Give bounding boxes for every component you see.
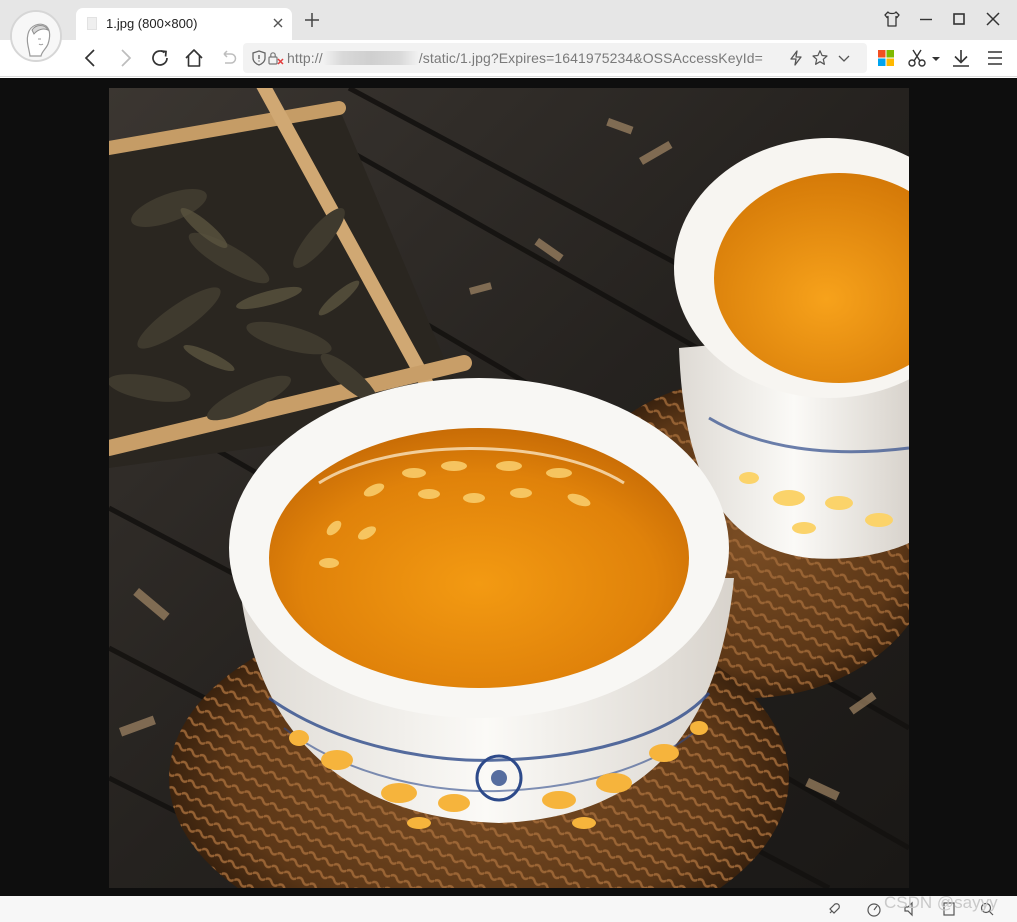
close-icon[interactable] (270, 15, 286, 31)
chevron-down-icon[interactable] (835, 49, 853, 67)
rocket-icon[interactable] (826, 901, 842, 917)
address-bar[interactable]: http:// /static/1.jpg?Expires=1641975234&… (243, 43, 867, 73)
url-prefix: http:// (287, 50, 323, 66)
image-file-icon (87, 17, 97, 30)
home-icon[interactable] (183, 47, 205, 69)
undo-close-tab-icon[interactable] (217, 47, 239, 69)
tab-title: 1.jpg (800×800) (106, 16, 198, 31)
minimize-icon[interactable] (916, 9, 936, 29)
forward-arrow-icon[interactable] (114, 47, 136, 69)
browser-tab[interactable]: 1.jpg (800×800) (76, 8, 292, 40)
scissors-icon[interactable] (906, 47, 928, 69)
back-arrow-icon[interactable] (80, 47, 102, 69)
apps-grid-icon[interactable] (876, 48, 896, 68)
navigation-bar: http:// /static/1.jpg?Expires=1641975234&… (0, 40, 1017, 77)
maximize-icon[interactable] (949, 9, 969, 29)
title-bar: 1.jpg (800×800) (0, 0, 1017, 40)
tea-cups-photo[interactable] (109, 88, 909, 888)
scissors-dropdown-icon[interactable] (931, 54, 941, 64)
url-text[interactable]: http:// /static/1.jpg?Expires=1641975234&… (287, 50, 763, 66)
status-bar (0, 896, 1017, 922)
watermark-text: CSDN @sayyy (884, 893, 998, 912)
new-tab-icon[interactable] (303, 11, 321, 29)
tea-photo-illustration (109, 88, 909, 888)
url-host-blurred (322, 51, 419, 65)
shirt-skin-icon[interactable] (882, 9, 902, 29)
url-suffix: /static/1.jpg?Expires=1641975234&OSSAcce… (418, 50, 763, 66)
star-icon[interactable] (811, 49, 829, 67)
download-icon[interactable] (950, 47, 972, 69)
shield-icon[interactable] (250, 49, 268, 67)
insecure-lock-icon[interactable] (267, 49, 285, 67)
close-window-icon[interactable] (983, 9, 1003, 29)
lightning-icon[interactable] (787, 49, 805, 67)
speed-icon[interactable] (866, 901, 882, 917)
image-viewer (0, 78, 1017, 896)
reload-icon[interactable] (149, 47, 171, 69)
menu-icon[interactable] (984, 47, 1006, 69)
avatar[interactable] (10, 10, 62, 62)
